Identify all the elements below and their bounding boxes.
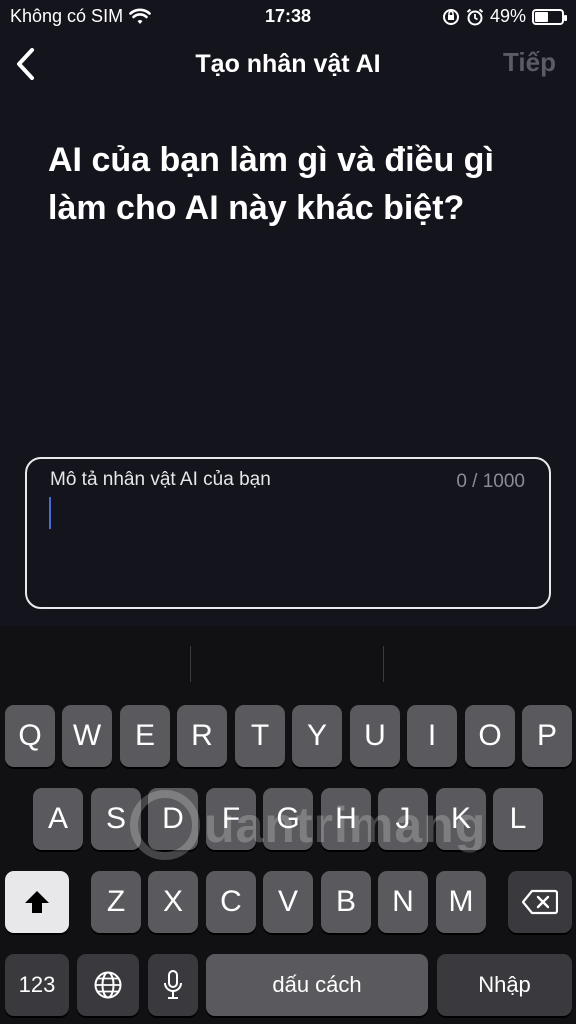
- battery-percent: 49%: [489, 6, 526, 26]
- key-t[interactable]: T: [235, 705, 285, 767]
- suggestion-divider: [190, 646, 191, 682]
- key-r[interactable]: R: [177, 705, 227, 767]
- status-right: 49%: [442, 6, 567, 27]
- alarm-icon: [466, 8, 484, 25]
- key-x[interactable]: X: [148, 871, 198, 933]
- key-g[interactable]: G: [263, 788, 313, 850]
- battery-icon: [532, 8, 567, 25]
- orientation-lock-icon: [442, 8, 459, 25]
- key-s[interactable]: S: [91, 788, 141, 850]
- description-placeholder: Mô tả nhân vật AI của bạn: [50, 469, 271, 490]
- character-counter: 0 / 1000: [456, 471, 525, 492]
- key-i[interactable]: I: [407, 705, 457, 767]
- key-l[interactable]: L: [493, 788, 543, 850]
- key-y[interactable]: Y: [292, 705, 342, 767]
- key-c[interactable]: C: [206, 871, 256, 933]
- description-input[interactable]: Mô tả nhân vật AI của bạn 0 / 1000: [25, 457, 551, 609]
- key-p[interactable]: P: [522, 705, 572, 767]
- key-u[interactable]: U: [350, 705, 400, 767]
- key-e[interactable]: E: [120, 705, 170, 767]
- key-z[interactable]: Z: [91, 871, 141, 933]
- suggestion-divider: [383, 646, 384, 682]
- question-heading: AI của bạn làm gì và điều gì làm cho AI …: [48, 141, 494, 227]
- microphone-icon: [164, 970, 182, 999]
- key-f[interactable]: F: [206, 788, 256, 850]
- space-key[interactable]: dấu cách: [206, 954, 428, 1016]
- key-o[interactable]: O: [465, 705, 515, 767]
- shift-icon: [25, 891, 49, 913]
- key-b[interactable]: B: [321, 871, 371, 933]
- key-a[interactable]: A: [33, 788, 83, 850]
- key-h[interactable]: H: [321, 788, 371, 850]
- text-caret: [49, 497, 51, 529]
- key-w[interactable]: W: [62, 705, 112, 767]
- battery-fill: [535, 11, 548, 22]
- keyboard: Q W E R T Y U I O P A S D F G H J K L Z …: [0, 626, 576, 1024]
- globe-icon: [94, 971, 122, 999]
- key-v[interactable]: V: [263, 871, 313, 933]
- page-title: Tạo nhân vật AI: [195, 50, 381, 78]
- key-n[interactable]: N: [378, 871, 428, 933]
- key-k[interactable]: K: [436, 788, 486, 850]
- next-button[interactable]: Tiếp: [503, 47, 556, 78]
- key-m[interactable]: M: [436, 871, 486, 933]
- return-key[interactable]: Nhập: [437, 954, 572, 1016]
- numbers-key[interactable]: 123: [5, 954, 69, 1016]
- shift-key[interactable]: [5, 871, 69, 933]
- status-bar: Không có SIM 17:38 49%: [0, 0, 576, 34]
- microphone-key[interactable]: [148, 954, 198, 1016]
- key-d[interactable]: D: [148, 788, 198, 850]
- key-j[interactable]: J: [378, 788, 428, 850]
- delete-key[interactable]: [508, 871, 572, 933]
- nav-bar: Tạo nhân vật AI Tiếp: [0, 34, 576, 96]
- globe-key[interactable]: [77, 954, 139, 1016]
- backspace-icon: [522, 889, 558, 915]
- key-q[interactable]: Q: [5, 705, 55, 767]
